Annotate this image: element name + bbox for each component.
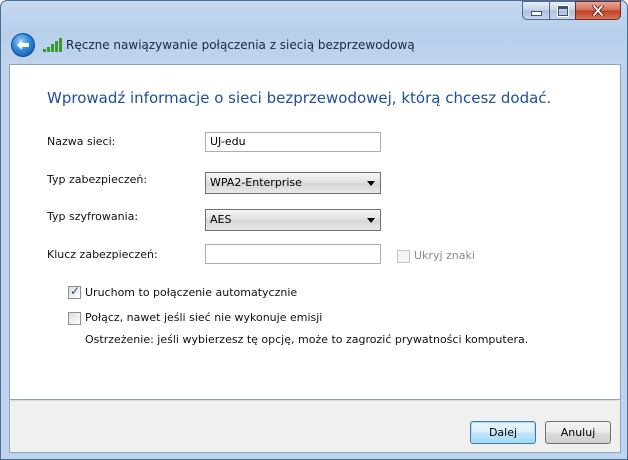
checkmark-icon: ✓ [70,284,81,298]
network-name-label: Nazwa sieci: [47,135,116,148]
navigation-bar: Ręczne nawiązywanie połączenia z siecią … [9,31,621,61]
button-bar: Dalej Anuluj [9,400,621,453]
encryption-type-value: AES [210,213,232,226]
dialog-window: Ręczne nawiązywanie połączenia z siecią … [0,0,628,460]
window-title: Ręczne nawiązywanie połączenia z siecią … [66,38,415,52]
security-type-select[interactable]: WPA2-Enterprise [205,172,381,194]
page-heading: Wprowadź informacje o sieci bezprzewodow… [47,89,552,107]
content-panel: Wprowadź informacje o sieci bezprzewodow… [9,64,621,400]
auto-connect-label: Uruchom to połączenie automatycznie [85,286,298,299]
network-name-input[interactable]: UJ-edu [205,132,381,152]
cancel-button[interactable]: Anuluj [545,421,611,444]
security-key-input[interactable] [205,244,381,264]
encryption-type-label: Typ szyfrowania: [47,210,139,223]
auto-connect-checkbox[interactable]: ✓ [68,284,81,299]
security-key-label: Klucz zabezpieczeń: [47,248,158,261]
security-type-label: Typ zabezpieczeń: [47,173,148,186]
privacy-warning-text: Ostrzeżenie: jeśli wybierzesz tę opcję, … [85,333,529,346]
maximize-button[interactable] [549,1,575,20]
maximize-icon [557,5,568,16]
arrow-left-icon [17,40,29,50]
chevron-down-icon [367,181,375,186]
connect-hidden-checkbox[interactable] [68,312,81,325]
next-button[interactable]: Dalej [470,421,536,444]
hide-characters-label: Ukryj znaki [414,249,475,262]
wireless-network-icon [43,38,62,52]
minimize-icon [530,11,542,16]
security-type-value: WPA2-Enterprise [210,176,302,189]
chevron-down-icon [367,218,375,223]
caption-buttons [522,1,621,21]
connect-hidden-label: Połącz, nawet jeśli sieć nie wykonuje em… [85,311,323,324]
back-button[interactable] [11,33,35,57]
close-button[interactable] [575,1,621,20]
encryption-type-select[interactable]: AES [205,209,381,231]
hide-characters-checkbox[interactable] [397,250,410,263]
close-icon [592,5,604,16]
minimize-button[interactable] [522,1,549,20]
